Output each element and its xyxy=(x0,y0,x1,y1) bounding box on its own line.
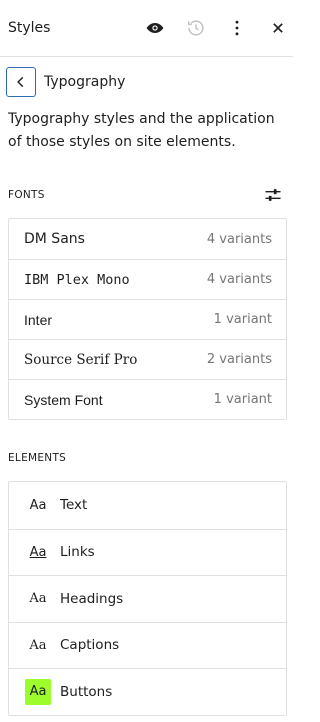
element-label: Captions xyxy=(60,637,120,654)
text-preview-icon: Aa xyxy=(29,497,47,513)
font-variant-count: 1 variant xyxy=(213,312,272,327)
fonts-list: DM Sans 4 variants IBM Plex Mono 4 varia… xyxy=(8,218,287,420)
chevron-left-icon xyxy=(17,76,24,88)
font-name: DM Sans xyxy=(24,231,85,247)
font-item-ibm-plex-mono[interactable]: IBM Plex Mono 4 variants xyxy=(9,259,286,299)
history-icon[interactable] xyxy=(184,16,208,40)
headings-preview-icon: Aa xyxy=(29,591,47,607)
element-item-text[interactable]: Aa Text xyxy=(9,482,286,529)
back-button[interactable] xyxy=(6,67,36,97)
font-name: IBM Plex Mono xyxy=(24,271,130,288)
buttons-preview-icon: Aa xyxy=(25,678,51,705)
eye-icon[interactable] xyxy=(143,16,167,40)
font-variant-count: 1 variant xyxy=(213,392,272,407)
fonts-section-label: FONTS xyxy=(8,189,45,201)
typography-description: Typography styles and the application of… xyxy=(8,111,275,150)
sliders-icon[interactable] xyxy=(263,185,283,205)
font-name: Inter xyxy=(24,311,53,328)
element-label: Text xyxy=(60,497,88,514)
panel-title: Styles xyxy=(8,20,51,36)
elements-list: Aa Text Aa Links Aa Headings Aa Captions… xyxy=(8,481,287,716)
element-item-buttons[interactable]: Aa Buttons xyxy=(9,668,286,715)
screen-title: Typography xyxy=(44,74,126,90)
element-label: Buttons xyxy=(60,683,113,700)
font-name: System Font xyxy=(24,391,103,408)
font-variant-count: 4 variants xyxy=(206,272,272,287)
panel-header: Styles xyxy=(0,0,293,57)
element-label: Headings xyxy=(60,590,124,607)
navigation-row: Typography xyxy=(0,66,293,100)
font-item-dm-sans[interactable]: DM Sans 4 variants xyxy=(9,219,286,259)
font-variant-count: 4 variants xyxy=(206,231,272,247)
font-item-inter[interactable]: Inter 1 variant xyxy=(9,299,286,339)
element-item-captions[interactable]: Aa Captions xyxy=(9,621,286,669)
elements-section-label: ELEMENTS xyxy=(8,452,67,464)
close-icon[interactable] xyxy=(266,16,290,40)
font-variant-count: 2 variants xyxy=(206,352,272,367)
element-item-links[interactable]: Aa Links xyxy=(9,528,286,576)
font-name: Source Serif Pro xyxy=(24,351,138,368)
captions-preview-icon: Aa xyxy=(29,637,47,653)
element-item-headings[interactable]: Aa Headings xyxy=(9,575,286,622)
more-vertical-icon[interactable] xyxy=(225,16,249,40)
element-label: Links xyxy=(60,544,95,561)
font-item-system-font[interactable]: System Font 1 variant xyxy=(9,379,286,419)
font-item-source-serif-pro[interactable]: Source Serif Pro 2 variants xyxy=(9,339,286,379)
links-preview-icon: Aa xyxy=(29,544,47,560)
